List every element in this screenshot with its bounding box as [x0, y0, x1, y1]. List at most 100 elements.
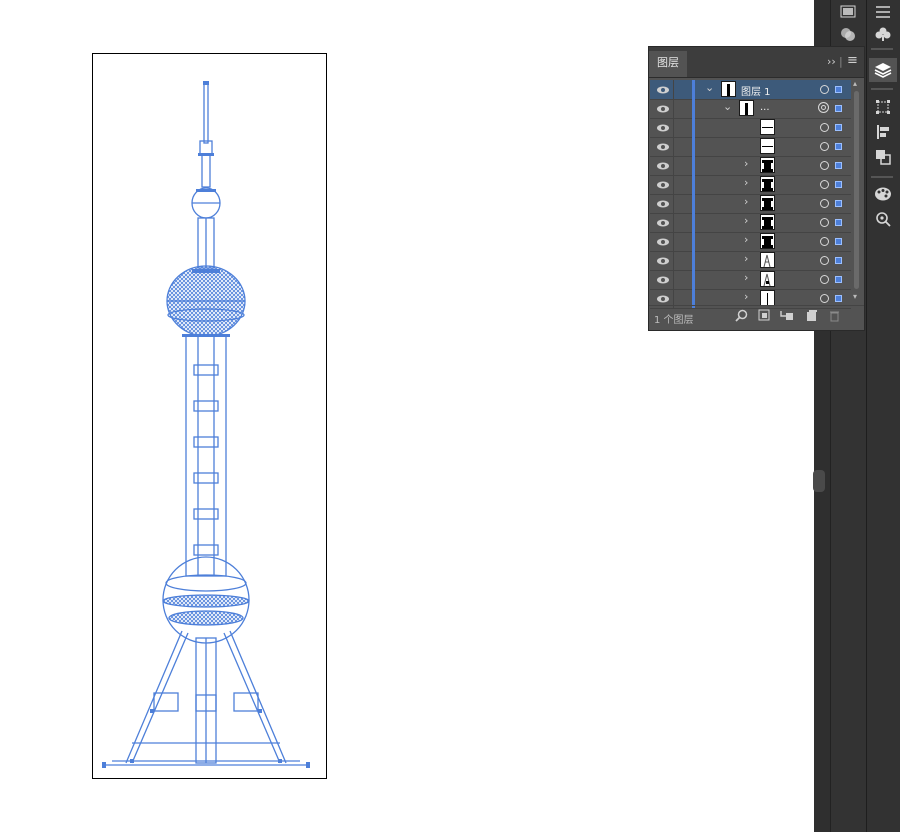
- lock-column[interactable]: [673, 99, 674, 118]
- target-circle-icon[interactable]: [820, 199, 829, 208]
- gradient-icon[interactable]: [834, 0, 862, 24]
- visibility-eye-icon[interactable]: [655, 102, 671, 116]
- target-circle-icon[interactable]: [818, 102, 829, 113]
- selection-indicator[interactable]: [835, 200, 842, 207]
- scroll-up-icon[interactable]: ▴: [853, 79, 857, 88]
- path-thumbnail: [760, 138, 775, 154]
- layer-row-top[interactable]: ⌄ 图层 1: [650, 80, 851, 100]
- chevron-right-icon[interactable]: ›: [744, 252, 748, 265]
- target-circle-icon[interactable]: [820, 256, 829, 265]
- lock-column[interactable]: [673, 213, 674, 232]
- target-circle-icon[interactable]: [820, 275, 829, 284]
- layers-scrollbar[interactable]: ▴ ▾: [852, 79, 861, 304]
- subgroup-row[interactable]: ›: [650, 194, 851, 214]
- visibility-eye-icon[interactable]: [655, 292, 671, 306]
- lock-column[interactable]: [673, 194, 674, 213]
- dock-scrollbar[interactable]: [813, 470, 825, 492]
- selection-indicator[interactable]: [835, 124, 842, 131]
- chevron-right-icon[interactable]: ›: [744, 214, 748, 227]
- clip-mask-icon[interactable]: [757, 309, 771, 323]
- selection-indicator[interactable]: [835, 257, 842, 264]
- visibility-eye-icon[interactable]: [655, 159, 671, 173]
- target-circle-icon[interactable]: [820, 180, 829, 189]
- path-row[interactable]: [650, 137, 851, 157]
- lock-column[interactable]: [673, 118, 674, 137]
- transform-icon[interactable]: [869, 95, 897, 119]
- lock-column[interactable]: [673, 175, 674, 194]
- lock-column[interactable]: [673, 232, 674, 251]
- collapse-panel-icon[interactable]: ››: [827, 55, 836, 68]
- visibility-eye-icon[interactable]: [655, 254, 671, 268]
- trash-icon[interactable]: [827, 309, 841, 323]
- layer-color-bar: [692, 232, 695, 251]
- search-icon[interactable]: [734, 309, 748, 323]
- chevron-right-icon[interactable]: ›: [744, 157, 748, 170]
- visibility-eye-icon[interactable]: [655, 83, 671, 97]
- layer-name[interactable]: 图层 1: [741, 83, 771, 98]
- subgroup-row[interactable]: ›: [650, 232, 851, 252]
- layers-icon[interactable]: [869, 58, 897, 82]
- subgroup-row[interactable]: ›: [650, 213, 851, 233]
- lock-column[interactable]: [673, 80, 674, 99]
- group-row[interactable]: ⌄ ...: [650, 99, 851, 119]
- image-trace-icon[interactable]: [869, 207, 897, 231]
- target-circle-icon[interactable]: [820, 123, 829, 132]
- lock-column[interactable]: [673, 137, 674, 156]
- chevron-right-icon[interactable]: ›: [744, 233, 748, 246]
- target-circle-icon[interactable]: [820, 85, 829, 94]
- target-circle-icon[interactable]: [820, 294, 829, 303]
- group-name[interactable]: ...: [760, 102, 770, 113]
- scroll-thumb[interactable]: [854, 91, 859, 289]
- selection-indicator[interactable]: [835, 143, 842, 150]
- visibility-eye-icon[interactable]: [655, 140, 671, 154]
- transparency-icon[interactable]: [834, 22, 862, 46]
- chevron-down-icon[interactable]: ⌄: [723, 100, 732, 113]
- chevron-right-icon[interactable]: ›: [744, 290, 748, 303]
- target-circle-icon[interactable]: [820, 161, 829, 170]
- chevron-down-icon[interactable]: ⌄: [705, 81, 714, 94]
- selection-indicator[interactable]: [835, 181, 842, 188]
- layers-tab[interactable]: 图层: [649, 51, 687, 77]
- target-circle-icon[interactable]: [820, 218, 829, 227]
- target-circle-icon[interactable]: [820, 142, 829, 151]
- align-icon[interactable]: [869, 120, 897, 144]
- lock-column[interactable]: [673, 270, 674, 289]
- scroll-down-icon[interactable]: ▾: [853, 292, 857, 301]
- selection-indicator[interactable]: [835, 295, 842, 302]
- visibility-eye-icon[interactable]: [655, 216, 671, 230]
- dock-grip[interactable]: [871, 48, 893, 50]
- dock-grip[interactable]: [871, 88, 893, 90]
- lock-column[interactable]: [673, 251, 674, 270]
- pathfinder-icon[interactable]: [869, 145, 897, 169]
- subgroup-row[interactable]: ›: [650, 156, 851, 176]
- visibility-eye-icon[interactable]: [655, 121, 671, 135]
- selection-indicator[interactable]: [835, 276, 842, 283]
- selection-indicator[interactable]: [835, 238, 842, 245]
- menu-icon[interactable]: [869, 0, 897, 24]
- path-row[interactable]: [650, 118, 851, 138]
- visibility-eye-icon[interactable]: [655, 178, 671, 192]
- layer-color-bar: [692, 99, 695, 118]
- panel-menu-icon[interactable]: ≡: [847, 53, 858, 68]
- subgroup-row[interactable]: ›: [650, 270, 851, 290]
- selection-indicator[interactable]: [835, 219, 842, 226]
- lock-column[interactable]: [673, 156, 674, 175]
- oriental-pearl-tower-artwork[interactable]: [92, 53, 327, 779]
- chevron-right-icon[interactable]: ›: [744, 195, 748, 208]
- color-guide-icon[interactable]: [869, 182, 897, 206]
- visibility-eye-icon[interactable]: [655, 235, 671, 249]
- dock-grip[interactable]: [871, 176, 893, 178]
- chevron-right-icon[interactable]: ›: [744, 176, 748, 189]
- new-sublayer-icon[interactable]: [780, 309, 794, 323]
- club-icon[interactable]: [869, 22, 897, 46]
- new-layer-icon[interactable]: [804, 309, 818, 323]
- subgroup-row[interactable]: ›: [650, 175, 851, 195]
- target-circle-icon[interactable]: [820, 237, 829, 246]
- visibility-eye-icon[interactable]: [655, 197, 671, 211]
- visibility-eye-icon[interactable]: [655, 273, 671, 287]
- subgroup-row[interactable]: ›: [650, 251, 851, 271]
- chevron-right-icon[interactable]: ›: [744, 271, 748, 284]
- selection-indicator[interactable]: [835, 162, 842, 169]
- selection-indicator[interactable]: [835, 86, 842, 93]
- selection-indicator[interactable]: [835, 105, 842, 112]
